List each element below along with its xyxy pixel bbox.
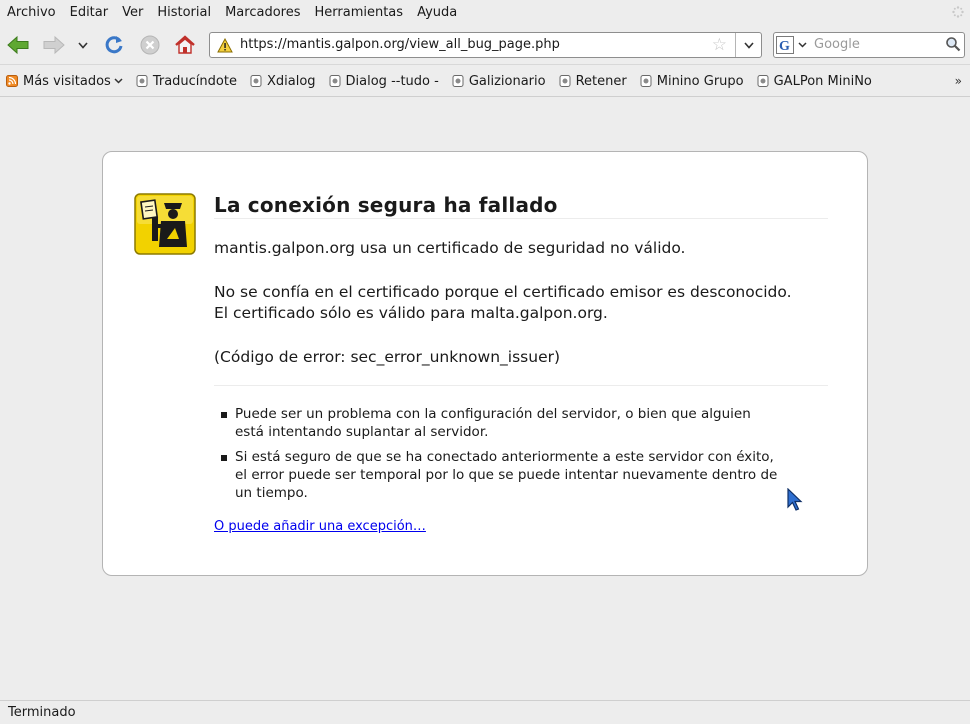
back-arrow-icon	[7, 35, 29, 55]
bookmark-label: Minino Grupo	[656, 73, 744, 89]
stop-button[interactable]	[138, 33, 162, 57]
bookmark-item[interactable]: Galizionario	[452, 74, 546, 89]
search-input[interactable]: Google	[814, 37, 860, 52]
search-engine-selector[interactable]: G	[776, 35, 810, 55]
page-content: La conexión segura ha fallado mantis.gal…	[0, 98, 970, 700]
page-icon	[452, 75, 464, 87]
error-detail: No se confía en el certificado porque el…	[214, 282, 834, 324]
bookmark-item[interactable]: Minino Grupo	[640, 74, 744, 89]
warning-icon	[217, 38, 233, 53]
bookmark-label: Retener	[575, 73, 627, 89]
menu-herramientas[interactable]: Herramientas	[315, 5, 404, 20]
bookmark-label: Más visitados	[23, 73, 111, 89]
status-bar: Terminado	[0, 700, 970, 724]
menu-ver[interactable]: Ver	[122, 5, 143, 20]
bookmark-item[interactable]: Dialog --tudo -	[329, 74, 439, 89]
menu-ayuda[interactable]: Ayuda	[417, 5, 457, 20]
menu-archivo[interactable]: Archivo	[7, 5, 56, 20]
page-icon	[640, 75, 652, 87]
advice-list: Puede ser un problema con la configuraci…	[221, 405, 781, 509]
back-button[interactable]	[6, 33, 30, 57]
throbber-icon	[952, 6, 964, 18]
page-icon	[250, 75, 262, 87]
bullet-icon	[221, 455, 227, 461]
chevron-down-icon	[743, 41, 754, 49]
advice-text: Puede ser un problema con la configuraci…	[235, 406, 751, 440]
bookmark-label: Galizionario	[468, 73, 546, 89]
reload-icon	[105, 36, 123, 54]
navigation-toolbar: https://mantis.galpon.org/view_all_bug_p…	[0, 25, 970, 65]
bookmark-item[interactable]: Xdialog	[250, 74, 316, 89]
search-bar[interactable]: G Google	[773, 32, 965, 58]
page-icon	[329, 75, 341, 87]
error-message: mantis.galpon.org usa un certificado de …	[214, 239, 686, 257]
page-icon	[136, 75, 148, 87]
bookmarks-toolbar: Más visitados Traducíndote Xdialog Dialo…	[0, 66, 970, 97]
security-officer-icon	[134, 193, 196, 255]
search-go-button[interactable]	[945, 36, 961, 56]
divider	[214, 218, 828, 219]
advice-text: Si está seguro de que se ha conectado an…	[235, 449, 778, 501]
status-text: Terminado	[8, 705, 76, 720]
error-code: (Código de error: sec_error_unknown_issu…	[214, 348, 561, 366]
menu-bar: Archivo Editar Ver Historial Marcadores …	[0, 0, 970, 25]
url-dropdown-button[interactable]	[735, 33, 761, 57]
add-exception-link[interactable]: O puede añadir una excepción…	[214, 519, 426, 534]
home-button[interactable]	[173, 33, 197, 57]
error-panel: La conexión segura ha fallado mantis.gal…	[102, 151, 868, 576]
menu-editar[interactable]: Editar	[70, 5, 109, 20]
error-detail-line: El certificado sólo es válido para malta…	[214, 304, 608, 322]
rss-folder-icon	[6, 75, 18, 87]
bookmark-label: GALPon MiniNo	[773, 73, 872, 89]
bookmark-label: Xdialog	[266, 73, 316, 89]
history-dropdown-button[interactable]	[72, 33, 94, 57]
bookmark-label: Dialog --tudo -	[345, 73, 439, 89]
url-text[interactable]: https://mantis.galpon.org/view_all_bug_p…	[240, 37, 560, 52]
chevron-down-icon	[114, 78, 123, 84]
bookmarks-overflow-button[interactable]: »	[955, 74, 962, 88]
page-icon	[757, 75, 769, 87]
bookmark-most-visited[interactable]: Más visitados	[6, 74, 123, 89]
menu-marcadores[interactable]: Marcadores	[225, 5, 300, 20]
bookmark-item[interactable]: Traducíndote	[136, 74, 237, 89]
magnifier-icon	[946, 37, 961, 52]
reload-button[interactable]	[102, 33, 126, 57]
chevron-down-icon	[78, 41, 88, 49]
page-icon	[559, 75, 571, 87]
forward-arrow-icon	[43, 35, 65, 55]
divider	[214, 385, 828, 386]
svg-text:G: G	[779, 39, 790, 54]
error-title: La conexión segura ha fallado	[214, 193, 558, 217]
menu-historial[interactable]: Historial	[157, 5, 211, 20]
error-detail-line: No se confía en el certificado porque el…	[214, 283, 792, 301]
stop-icon	[140, 35, 160, 55]
mouse-cursor-icon	[787, 488, 803, 511]
bookmark-label: Traducíndote	[152, 73, 237, 89]
url-bar[interactable]: https://mantis.galpon.org/view_all_bug_p…	[209, 32, 762, 58]
bullet-icon	[221, 412, 227, 418]
list-item: Puede ser un problema con la configuraci…	[221, 405, 781, 441]
error-description: mantis.galpon.org usa un certificado de …	[214, 238, 834, 391]
bookmark-item[interactable]: Retener	[559, 74, 627, 89]
google-icon: G	[776, 36, 794, 54]
bookmark-star-icon[interactable]: ☆	[712, 35, 727, 55]
home-icon	[175, 35, 195, 54]
forward-button[interactable]	[42, 33, 66, 57]
bookmark-item[interactable]: GALPon MiniNo	[757, 74, 872, 89]
list-item: Si está seguro de que se ha conectado an…	[221, 448, 781, 502]
chevron-down-icon	[798, 42, 807, 48]
